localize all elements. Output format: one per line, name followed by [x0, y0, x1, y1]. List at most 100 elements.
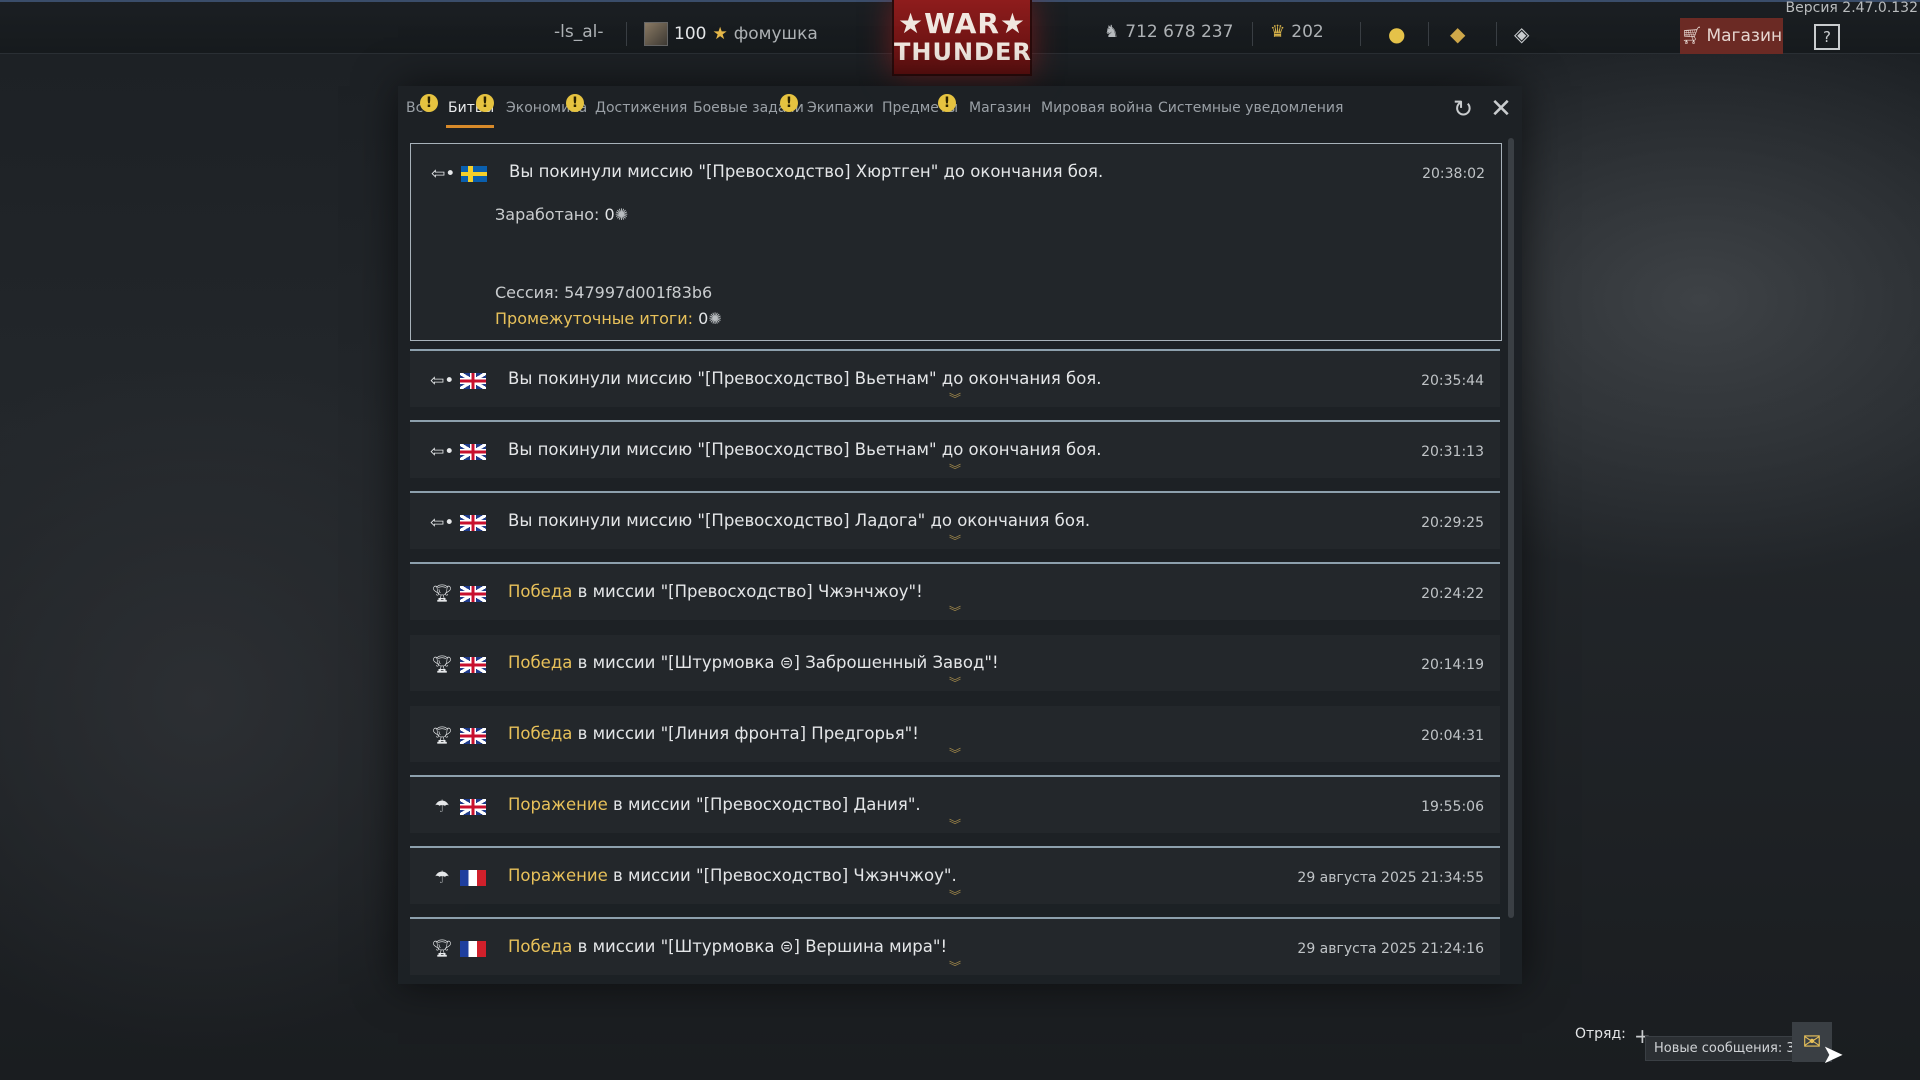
tab-achievements[interactable]: Достижения [595, 100, 687, 116]
silver-lions-value: 712 678 237 [1125, 22, 1234, 42]
version-label: Версия 2.47.0.132 [1785, 0, 1918, 16]
expand-chevron-icon[interactable]: ︾ [949, 677, 961, 689]
message-time: 29 августа 2025 21:24:16 [1297, 941, 1484, 957]
expand-chevron-icon[interactable]: ︾ [949, 393, 961, 405]
coupon-icon[interactable]: ◈ [1514, 22, 1529, 46]
notifications-panel: Все! Битвы! Экономика! Достижения Боевые… [398, 86, 1522, 984]
expand-chevron-icon[interactable]: ︾ [949, 890, 961, 902]
tab-battles[interactable]: Битвы! [448, 94, 494, 116]
logo-line-1: WAR [924, 7, 1000, 40]
session-line: Сессия: 547997d001f83b6 [495, 283, 712, 302]
player-profile[interactable]: 100 ★ фомушка [644, 22, 818, 46]
scrollbar[interactable] [1508, 138, 1514, 918]
result-label: Победа [508, 653, 573, 672]
expand-chevron-icon[interactable]: ︾ [949, 464, 961, 476]
message-time: 20:31:13 [1421, 444, 1484, 460]
defeat-parachute-icon: ☂︎ [434, 868, 450, 888]
active-tab-indicator [446, 125, 494, 128]
mouse-cursor-icon: ➤ [1822, 1040, 1844, 1070]
message-text: Вы покинули миссию "[Превосходство] Вьет… [508, 440, 1102, 459]
expand-chevron-icon[interactable]: ︾ [949, 606, 961, 618]
message-time: 20:24:22 [1421, 586, 1484, 602]
divider [626, 22, 627, 46]
expand-chevron-icon[interactable]: ︾ [949, 748, 961, 760]
victory-trophy-icon: 🏆︎ [431, 726, 453, 746]
message-item[interactable]: ☂︎ Поражение в миссии "[Превосходство] Д… [410, 775, 1500, 833]
message-text: Победа в миссии "[Превосходство] Чжэнчжо… [508, 582, 923, 601]
result-label: Поражение [508, 866, 608, 885]
eagle-icon: ♛ [1270, 22, 1286, 42]
message-item[interactable]: 🏆︎ Победа в миссии "[Штурмовка ⊜] Заброш… [410, 635, 1500, 691]
message-text: Поражение в миссии "[Превосходство] Чжэн… [508, 866, 957, 885]
message-item[interactable]: ⇦• Вы покинули миссию "[Превосходство] В… [410, 420, 1500, 478]
earned-line: Заработано: 0✺ [495, 205, 628, 224]
message-text: Победа в миссии "[Штурмовка ⊜] Вершина м… [508, 937, 948, 956]
player-name[interactable]: -ls_al- [554, 22, 604, 42]
message-text: Поражение в миссии "[Превосходство] Дани… [508, 795, 921, 814]
message-time: 20:14:19 [1421, 657, 1484, 673]
uk-flag-icon [460, 586, 486, 602]
shop-button[interactable]: 🛒︎ Магазин [1680, 18, 1783, 54]
message-expanded[interactable]: ⇦• Вы покинули миссию "[Превосходство] Х… [410, 143, 1502, 341]
message-time: 19:55:06 [1421, 799, 1484, 815]
warbond-icon[interactable]: ◆ [1450, 22, 1465, 46]
left-battle-icon: ⇦• [431, 164, 456, 184]
envelope-icon: ✉ [1802, 1029, 1822, 1055]
message-time: 20:38:02 [1422, 166, 1485, 182]
refresh-icon[interactable]: ↻ [1450, 95, 1476, 123]
tab-all[interactable]: Все! [406, 94, 438, 116]
tab-crews[interactable]: Экипажи [807, 100, 874, 116]
message-time: 20:04:31 [1421, 728, 1484, 744]
message-item[interactable]: 🏆︎ Победа в миссии "[Превосходство] Чжэн… [410, 562, 1500, 620]
message-item[interactable]: 🏆︎ Победа в миссии "[Штурмовка ⊜] Вершин… [410, 917, 1500, 975]
result-label: Победа [508, 724, 573, 743]
expand-chevron-icon[interactable]: ︾ [949, 961, 961, 973]
close-icon[interactable]: ✕ [1488, 94, 1514, 124]
expand-chevron-icon[interactable]: ︾ [949, 535, 961, 547]
divider [1360, 22, 1361, 46]
message-text: Вы покинули миссию "[Превосходство] Ладо… [508, 511, 1091, 530]
game-logo: ★WAR★ THUNDER [892, 0, 1032, 76]
cart-icon: 🛒︎ [1680, 26, 1703, 46]
tab-store[interactable]: Магазин [969, 100, 1031, 116]
divider [1496, 22, 1497, 46]
tab-system-notifications[interactable]: Системные уведомления [1158, 100, 1343, 116]
message-item[interactable]: 🏆︎ Победа в миссии "[Линия фронта] Предг… [410, 706, 1500, 762]
victory-trophy-icon: 🏆︎ [431, 939, 453, 959]
golden-eagles-value: 202 [1291, 22, 1324, 42]
help-button[interactable]: ? [1814, 24, 1840, 50]
earned-value: 0 [604, 205, 615, 224]
lion-icon: ♞ [1104, 22, 1120, 42]
expand-chevron-icon[interactable]: ︾ [949, 819, 961, 831]
left-battle-icon: ⇦• [430, 371, 455, 391]
alert-badge-icon: ! [938, 94, 956, 112]
logo-line-2: THUNDER [894, 38, 1032, 66]
uk-flag-icon [460, 515, 486, 531]
left-battle-icon: ⇦• [430, 442, 455, 462]
result-label: Победа [508, 937, 573, 956]
silver-lions-balance[interactable]: ♞ 712 678 237 [1104, 22, 1233, 42]
divider [1252, 22, 1253, 46]
earned-label: Заработано: [495, 205, 605, 224]
session-label: Сессия: [495, 283, 565, 302]
interim-value: 0 [693, 309, 709, 328]
message-text: Вы покинули миссию "[Превосходство] Вьет… [508, 369, 1102, 388]
golden-eagles-balance[interactable]: ♛ 202 [1270, 22, 1324, 42]
tab-battle-tasks[interactable]: Боевые задачи! [693, 94, 804, 116]
lightbulb-icon[interactable]: ● [1388, 22, 1405, 46]
tab-world-war[interactable]: Мировая война [1041, 100, 1153, 116]
new-messages-tooltip: Новые сообщения: 34 [1645, 1036, 1812, 1061]
defeat-parachute-icon: ☂︎ [434, 797, 450, 817]
result-label: Победа [508, 582, 573, 601]
france-flag-icon [460, 870, 486, 886]
shop-label: Магазин [1706, 26, 1783, 46]
tab-economy[interactable]: Экономика! [506, 94, 587, 116]
message-item[interactable]: ⇦• Вы покинули миссию "[Превосходство] Л… [410, 491, 1500, 549]
silver-lion-icon: ✺ [614, 205, 629, 224]
message-item[interactable]: ⇦• Вы покинули миссию "[Превосходство] В… [410, 349, 1500, 407]
france-flag-icon [460, 941, 486, 957]
tab-items[interactable]: Предметы! [882, 94, 958, 116]
message-text: Вы покинули миссию "[Превосходство] Хюрт… [509, 162, 1104, 181]
message-item[interactable]: ☂︎ Поражение в миссии "[Превосходство] Ч… [410, 846, 1500, 904]
victory-trophy-icon: 🏆︎ [431, 584, 453, 604]
